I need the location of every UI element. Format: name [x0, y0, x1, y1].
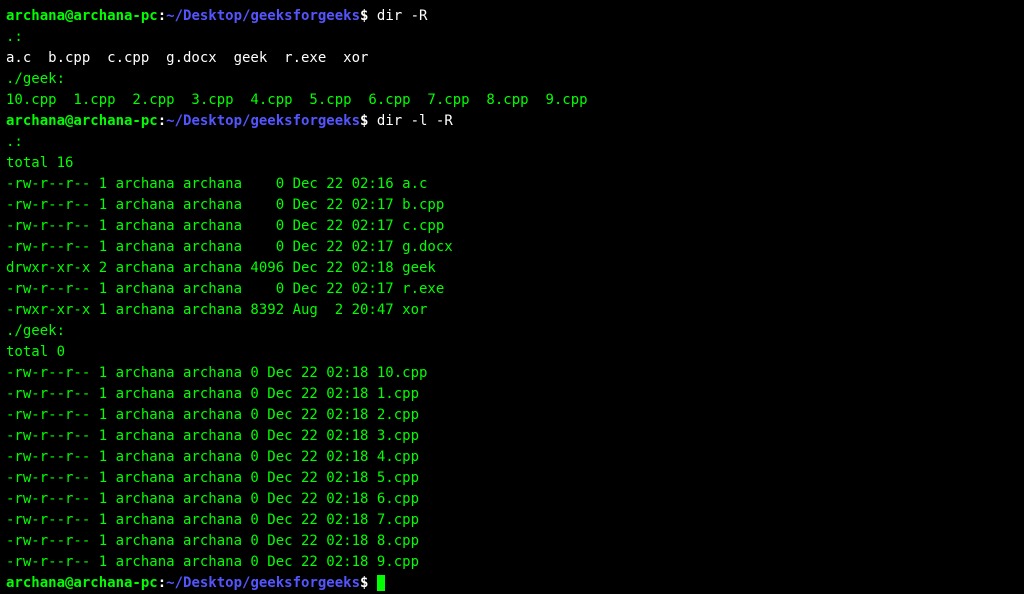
user-host: archana@archana-pc [6, 113, 158, 129]
colon: : [158, 575, 166, 591]
ls-row: -rw-r--r-- 1 archana archana 0 Dec 22 02… [6, 384, 1018, 405]
output2-dir-root: .: [6, 132, 1018, 153]
ls-row: -rw-r--r-- 1 archana archana 0 Dec 22 02… [6, 552, 1018, 573]
command-2 [368, 113, 376, 129]
output2-total-geek: total 0 [6, 342, 1018, 363]
ls-row: -rw-r--r-- 1 archana archana 0 Dec 22 02… [6, 363, 1018, 384]
user-host: archana@archana-pc [6, 8, 158, 24]
output-dir-root: .: [6, 27, 1018, 48]
colon: : [158, 113, 166, 129]
ls-row: -rw-r--r-- 1 archana archana 0 Dec 22 02… [6, 447, 1018, 468]
output-geek-files: 10.cpp 1.cpp 2.cpp 3.cpp 4.cpp 5.cpp 6.c… [6, 90, 1018, 111]
ls-row: -rw-r--r-- 1 archana archana 0 Dec 22 02… [6, 279, 1018, 300]
terminal[interactable]: archana@archana-pc:~/Desktop/geeksforgee… [6, 6, 1018, 594]
prompt-line-3[interactable]: archana@archana-pc:~/Desktop/geeksforgee… [6, 573, 1018, 594]
ls-row: -rw-r--r-- 1 archana archana 0 Dec 22 02… [6, 489, 1018, 510]
ls-row: -rw-r--r-- 1 archana archana 0 Dec 22 02… [6, 468, 1018, 489]
ls-row: -rw-r--r-- 1 archana archana 0 Dec 22 02… [6, 426, 1018, 447]
output2-total-root: total 16 [6, 153, 1018, 174]
output-root-files: a.c b.cpp c.cpp g.docx geek r.exe xor [6, 48, 1018, 69]
output-dir-geek: ./geek: [6, 69, 1018, 90]
ls-row: -rw-r--r-- 1 archana archana 0 Dec 22 02… [6, 216, 1018, 237]
ls-row: -rw-r--r-- 1 archana archana 0 Dec 22 02… [6, 174, 1018, 195]
ls-row: -rw-r--r-- 1 archana archana 0 Dec 22 02… [6, 405, 1018, 426]
command-1-text: dir -R [377, 8, 428, 24]
command-1 [368, 8, 376, 24]
cwd-path: ~/Desktop/geeksforgeeks [166, 8, 360, 24]
output2-dir-geek: ./geek: [6, 321, 1018, 342]
ls-row: -rw-r--r-- 1 archana archana 0 Dec 22 02… [6, 195, 1018, 216]
prompt-dollar: $ [360, 575, 368, 591]
cursor-icon [377, 575, 385, 591]
cwd-path: ~/Desktop/geeksforgeeks [166, 113, 360, 129]
ls-row: -rwxr-xr-x 1 archana archana 8392 Aug 2 … [6, 300, 1018, 321]
command-input[interactable] [368, 575, 376, 591]
ls-row: drwxr-xr-x 2 archana archana 4096 Dec 22… [6, 258, 1018, 279]
ls-row: -rw-r--r-- 1 archana archana 0 Dec 22 02… [6, 510, 1018, 531]
ls-row: -rw-r--r-- 1 archana archana 0 Dec 22 02… [6, 237, 1018, 258]
ls-row: -rw-r--r-- 1 archana archana 0 Dec 22 02… [6, 531, 1018, 552]
prompt-line-2: archana@archana-pc:~/Desktop/geeksforgee… [6, 111, 1018, 132]
command-2-text: dir -l -R [377, 113, 453, 129]
colon: : [158, 8, 166, 24]
prompt-line-1: archana@archana-pc:~/Desktop/geeksforgee… [6, 6, 1018, 27]
cwd-path: ~/Desktop/geeksforgeeks [166, 575, 360, 591]
user-host: archana@archana-pc [6, 575, 158, 591]
